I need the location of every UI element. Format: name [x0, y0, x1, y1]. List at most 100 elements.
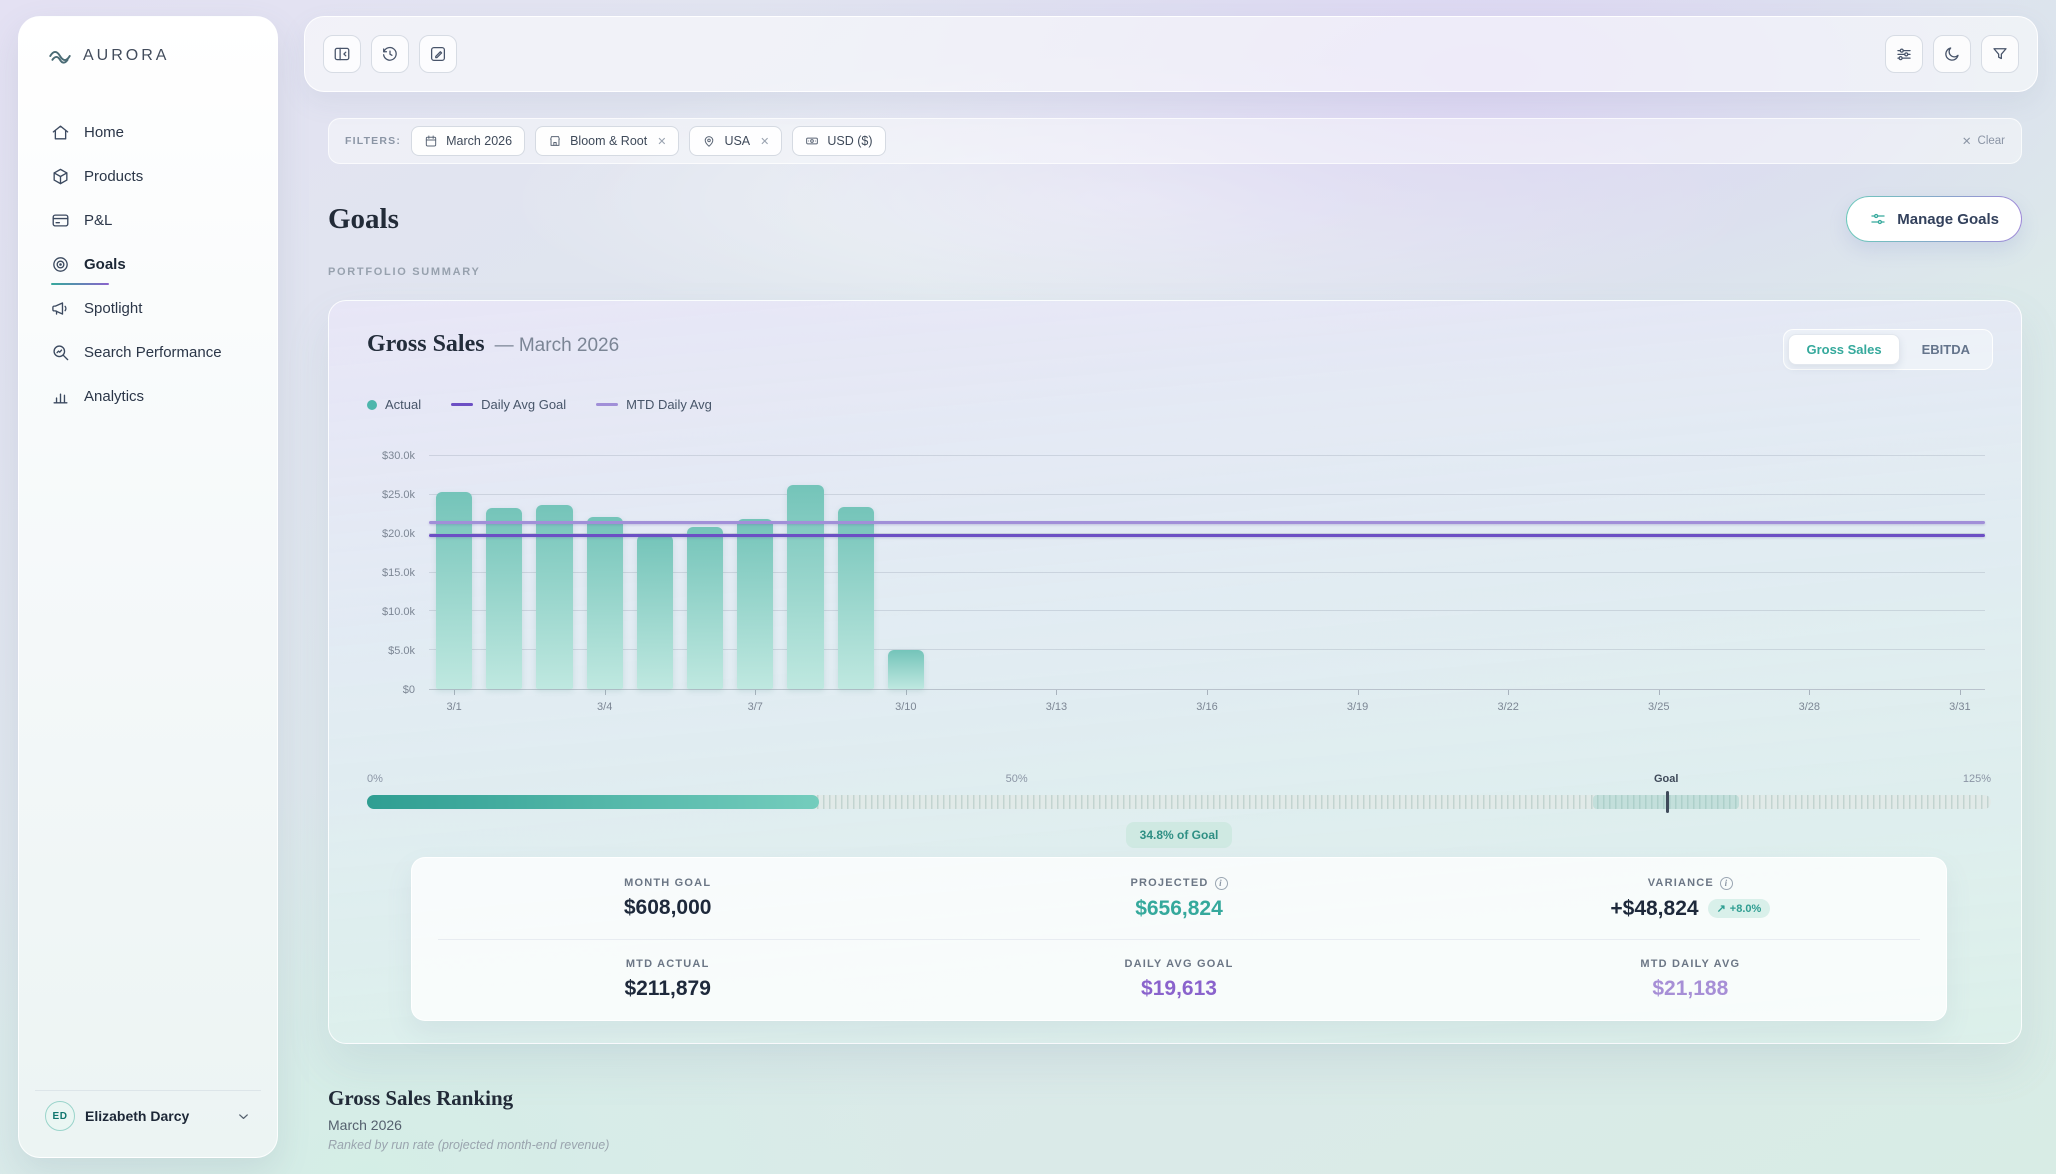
remove-filter-icon[interactable]: ✕: [657, 135, 666, 148]
progress-label-goal: Goal: [1654, 773, 1678, 785]
sidebar-item-products[interactable]: Products: [39, 157, 257, 195]
goal-marker: [1666, 791, 1669, 813]
bar: [536, 505, 572, 689]
dark-mode-button[interactable]: [1933, 35, 1971, 73]
toggle-gross-sales[interactable]: Gross Sales: [1788, 334, 1899, 365]
metric-toggle: Gross Sales EBITDA: [1783, 329, 1993, 370]
sidebar-item-label: Goals: [84, 256, 126, 273]
toggle-ebitda[interactable]: EBITDA: [1904, 334, 1988, 365]
ranking-subtitle: March 2026: [328, 1117, 609, 1133]
collapse-sidebar-button[interactable]: [323, 35, 361, 73]
clear-filters-label: Clear: [1978, 135, 2005, 147]
info-icon[interactable]: i: [1720, 877, 1733, 890]
x-axis-label: 3/13: [1046, 701, 1067, 713]
app-logo: AURORA: [39, 43, 257, 69]
x-axis-label: 3/31: [1949, 701, 1970, 713]
filter-chip-brand[interactable]: Bloom & Root ✕: [535, 126, 679, 156]
legend-item-daily-avg-goal[interactable]: Daily Avg Goal: [451, 397, 566, 412]
progress-label-max: 125%: [1963, 773, 1991, 785]
chart-legend: Actual Daily Avg Goal MTD Daily Avg: [367, 397, 712, 412]
x-axis-label: 3/19: [1347, 701, 1368, 713]
x-axis-label: 3/4: [597, 701, 612, 713]
bar-chart-icon: [51, 387, 70, 406]
app-name: AURORA: [83, 47, 169, 65]
filters-label: FILTERS:: [345, 135, 401, 147]
top-toolbar: [304, 16, 2038, 92]
x-axis-tick: [1508, 690, 1509, 695]
filter-chip-month[interactable]: March 2026: [411, 126, 525, 156]
stat-value: $211,879: [624, 977, 710, 1001]
toolbar-right-group: [1885, 35, 2019, 73]
sidebar-nav: Home Products P&L Goals: [39, 113, 257, 415]
moon-icon: [1943, 45, 1961, 63]
stat-month-goal: MONTH GOAL $608,000: [412, 858, 923, 939]
sidebar-item-label: Search Performance: [84, 344, 222, 361]
legend-item-actual[interactable]: Actual: [367, 397, 421, 412]
avatar: ED: [45, 1101, 75, 1131]
info-icon[interactable]: i: [1215, 877, 1228, 890]
sidebar-item-analytics[interactable]: Analytics: [39, 377, 257, 415]
tune-sliders-icon: [1869, 210, 1887, 228]
search-icon: [51, 343, 70, 362]
active-underline: [51, 283, 109, 286]
sidebar-item-spotlight[interactable]: Spotlight: [39, 289, 257, 327]
y-axis-label: $20.0k: [382, 528, 415, 540]
progress-badge-row: 34.8% of Goal: [367, 822, 1991, 848]
filter-chip-currency[interactable]: USD ($): [792, 126, 885, 156]
user-menu[interactable]: ED Elizabeth Darcy: [35, 1090, 261, 1141]
page-title: Goals: [328, 203, 399, 236]
filter-chip-label: USA: [724, 134, 750, 148]
trend-up-icon: ↗: [1717, 902, 1726, 915]
stat-value: $21,188: [1652, 977, 1728, 1001]
x-axis-tick: [1056, 690, 1057, 695]
legend-swatch: [596, 403, 618, 407]
remove-filter-icon[interactable]: ✕: [760, 135, 769, 148]
legend-swatch: [451, 403, 473, 407]
sidebar-item-label: Home: [84, 124, 124, 141]
stat-value: $19,613: [1141, 977, 1217, 1001]
sidebar-item-label: Products: [84, 168, 143, 185]
target-icon: [51, 255, 70, 274]
sidebar-item-home[interactable]: Home: [39, 113, 257, 151]
clear-filters-button[interactable]: ✕ Clear: [1962, 134, 2005, 148]
gridline: [429, 494, 1985, 495]
wave-logo-icon: [47, 43, 73, 69]
page-head: Goals Manage Goals: [328, 190, 2022, 248]
bar: [687, 527, 723, 689]
manage-goals-label: Manage Goals: [1897, 211, 1999, 228]
sidebar-item-search-performance[interactable]: Search Performance: [39, 333, 257, 371]
bar: [787, 485, 823, 689]
x-axis-tick: [1960, 690, 1961, 695]
stat-variance: VARIANCE i +$48,824 ↗ +8.0%: [1435, 858, 1946, 939]
toolbar-left-group: [323, 35, 457, 73]
filters-bar: FILTERS: March 2026 Bloom & Root ✕ USA ✕: [328, 118, 2022, 164]
sidebar: AURORA Home Products P&L: [18, 16, 278, 1158]
stat-label: DAILY AVG GOAL: [1124, 958, 1233, 970]
legend-swatch: [367, 400, 377, 410]
stat-label: PROJECTED i: [1130, 877, 1227, 890]
page: AURORA Home Products P&L: [0, 0, 2056, 1174]
stat-value: $608,000: [624, 896, 712, 920]
sidebar-item-pnl[interactable]: P&L: [39, 201, 257, 239]
section-label: PORTFOLIO SUMMARY: [328, 266, 481, 278]
y-axis-label: $0: [403, 684, 415, 696]
manage-goals-button[interactable]: Manage Goals: [1846, 196, 2022, 242]
filter-chip-country[interactable]: USA ✕: [689, 126, 782, 156]
progress-labels: 0% 50% Goal 125%: [367, 773, 1991, 788]
ranking-note: Ranked by run rate (projected month-end …: [328, 1138, 609, 1152]
chevron-down-icon: [236, 1109, 251, 1124]
stat-label: VARIANCE i: [1648, 877, 1733, 890]
history-button[interactable]: [371, 35, 409, 73]
settings-sliders-button[interactable]: [1885, 35, 1923, 73]
compose-button[interactable]: [419, 35, 457, 73]
sidebar-item-goals[interactable]: Goals: [39, 245, 257, 283]
legend-item-mtd-daily-avg[interactable]: MTD Daily Avg: [596, 397, 712, 412]
gross-sales-card: Gross Sales — March 2026 Gross Sales EBI…: [328, 300, 2022, 1044]
filter-button[interactable]: [1981, 35, 2019, 73]
gridline: [429, 455, 1985, 456]
progress-badge: 34.8% of Goal: [1126, 822, 1233, 848]
chart-x-axis: 3/13/43/73/103/133/163/193/223/253/283/3…: [429, 690, 1985, 728]
legend-label: Daily Avg Goal: [481, 397, 566, 412]
progress-fill: [367, 795, 819, 809]
stat-mtd-daily-avg: MTD DAILY AVG $21,188: [1435, 939, 1946, 1020]
